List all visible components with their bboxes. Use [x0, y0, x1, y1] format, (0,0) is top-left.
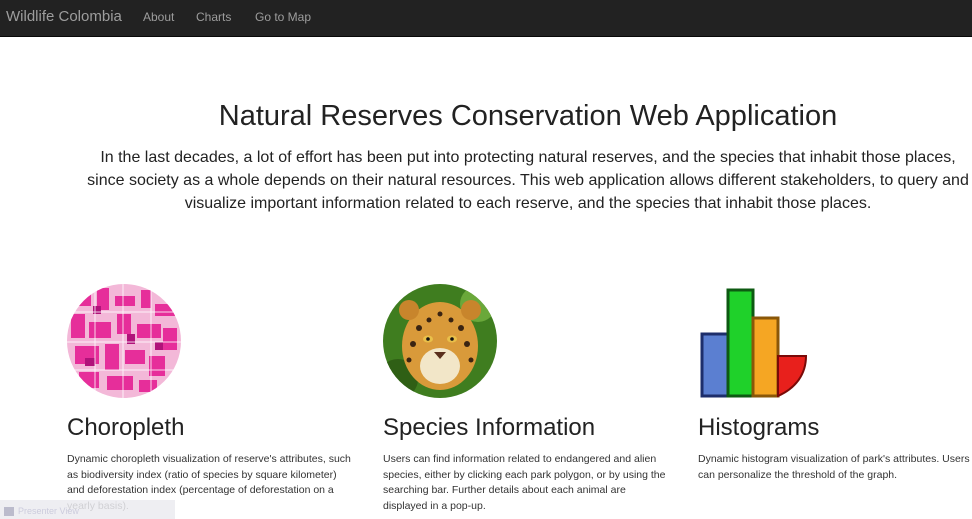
presenter-icon: [4, 507, 14, 517]
feature-text-histograms: Dynamic histogram visualization of park'…: [698, 453, 970, 481]
nav-go-to-map-link[interactable]: Go to Map: [255, 10, 311, 24]
feature-histograms: Histograms Dynamic histogram visualizati…: [698, 284, 972, 481]
feature-title-choropleth: Choropleth: [67, 414, 185, 441]
feature-text-species-information: Users can find information related to en…: [383, 453, 666, 512]
histogram-chart-icon: [698, 284, 812, 398]
page-title: Natural Reserves Conservation Web Applic…: [218, 100, 838, 132]
feature-species-information: Species Information Users can find infor…: [383, 284, 673, 512]
presenter-view-overlay[interactable]: Presenter View: [0, 500, 175, 519]
feature-choropleth: Choropleth Dynamic choropleth visualizat…: [67, 284, 357, 512]
nav-charts-link[interactable]: Charts: [196, 10, 231, 24]
feature-title-species-information: Species Information: [383, 414, 596, 441]
intro-paragraph: In the last decades, a lot of effort has…: [87, 149, 969, 212]
navbar: Wildlife Colombia About Charts Go to Map: [0, 0, 972, 37]
presenter-view-label: Presenter View: [18, 506, 79, 516]
jaguar-icon: [383, 284, 497, 398]
choropleth-map-icon: [67, 284, 181, 398]
nav-about-link[interactable]: About: [143, 10, 174, 24]
brand-link[interactable]: Wildlife Colombia: [6, 8, 122, 25]
feature-title-histograms: Histograms: [698, 414, 820, 441]
